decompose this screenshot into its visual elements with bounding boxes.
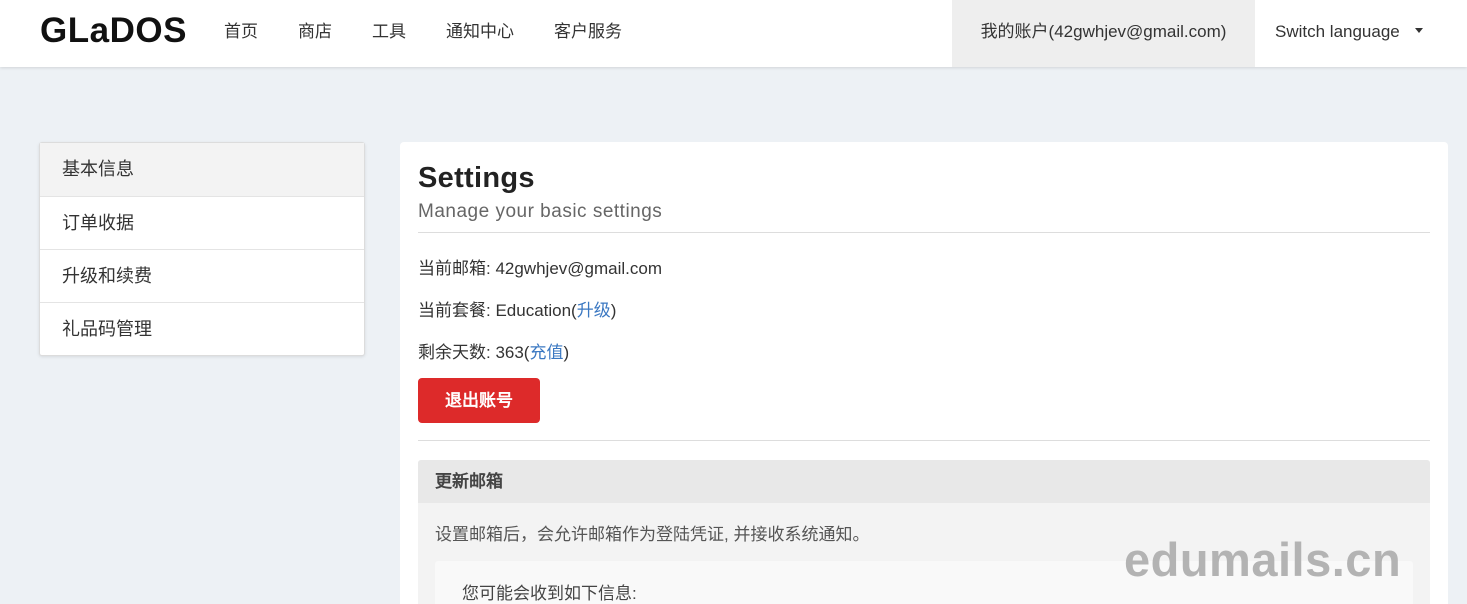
divider: [418, 232, 1430, 233]
nav-support[interactable]: 客户服务: [534, 0, 642, 67]
account-menu[interactable]: 我的账户(42gwhjev@gmail.com): [952, 0, 1255, 67]
nav-notifications[interactable]: 通知中心: [426, 0, 534, 67]
main-nav: 首页 商店 工具 通知中心 客户服务: [204, 0, 642, 67]
caret-down-icon: [1414, 28, 1423, 34]
recharge-link[interactable]: 充值: [529, 343, 563, 362]
current-plan: 当前套餐: Education(升级): [418, 296, 616, 321]
sidebar-item-order-receipts[interactable]: 订单收据: [40, 196, 364, 249]
sidebar-item-basic-info[interactable]: 基本信息: [40, 143, 364, 196]
panel-description: 设置邮箱后，会允许邮箱作为登陆凭证, 并接收系统通知。: [435, 525, 870, 544]
settings-sidebar: 基本信息 订单收据 升级和续费 礼品码管理: [39, 142, 365, 356]
watermark: edumails.cn: [1124, 533, 1402, 586]
language-label: Switch language: [1275, 22, 1400, 41]
info-box-text: 您可能会收到如下信息:: [462, 584, 637, 603]
nav-home[interactable]: 首页: [204, 0, 278, 67]
remaining-days: 剩余天数: 363(充值): [418, 338, 569, 363]
panel-header: 更新邮箱: [418, 460, 1430, 503]
top-navbar: GLaDOS 首页 商店 工具 通知中心 客户服务 我的账户(42gwhjev@…: [0, 0, 1467, 67]
brand-logo[interactable]: GLaDOS: [40, 11, 187, 51]
nav-tools[interactable]: 工具: [352, 0, 426, 67]
current-email: 当前邮箱: 42gwhjev@gmail.com: [418, 259, 662, 278]
upgrade-link[interactable]: 升级: [577, 301, 611, 320]
divider: [418, 440, 1430, 441]
language-switcher[interactable]: Switch language: [1255, 0, 1467, 67]
days-close: ): [563, 343, 570, 362]
page-title: Settings: [418, 162, 535, 194]
plan-label: 当前套餐: Education(: [418, 301, 577, 320]
nav-store[interactable]: 商店: [278, 0, 352, 67]
sidebar-item-upgrade-renew[interactable]: 升级和续费: [40, 249, 364, 302]
plan-close: ): [610, 301, 617, 320]
days-label: 剩余天数: 363(: [418, 343, 530, 362]
page-subtitle: Manage your basic settings: [418, 201, 663, 222]
sidebar-item-gift-codes[interactable]: 礼品码管理: [40, 302, 364, 355]
logout-button[interactable]: 退出账号: [418, 378, 540, 423]
